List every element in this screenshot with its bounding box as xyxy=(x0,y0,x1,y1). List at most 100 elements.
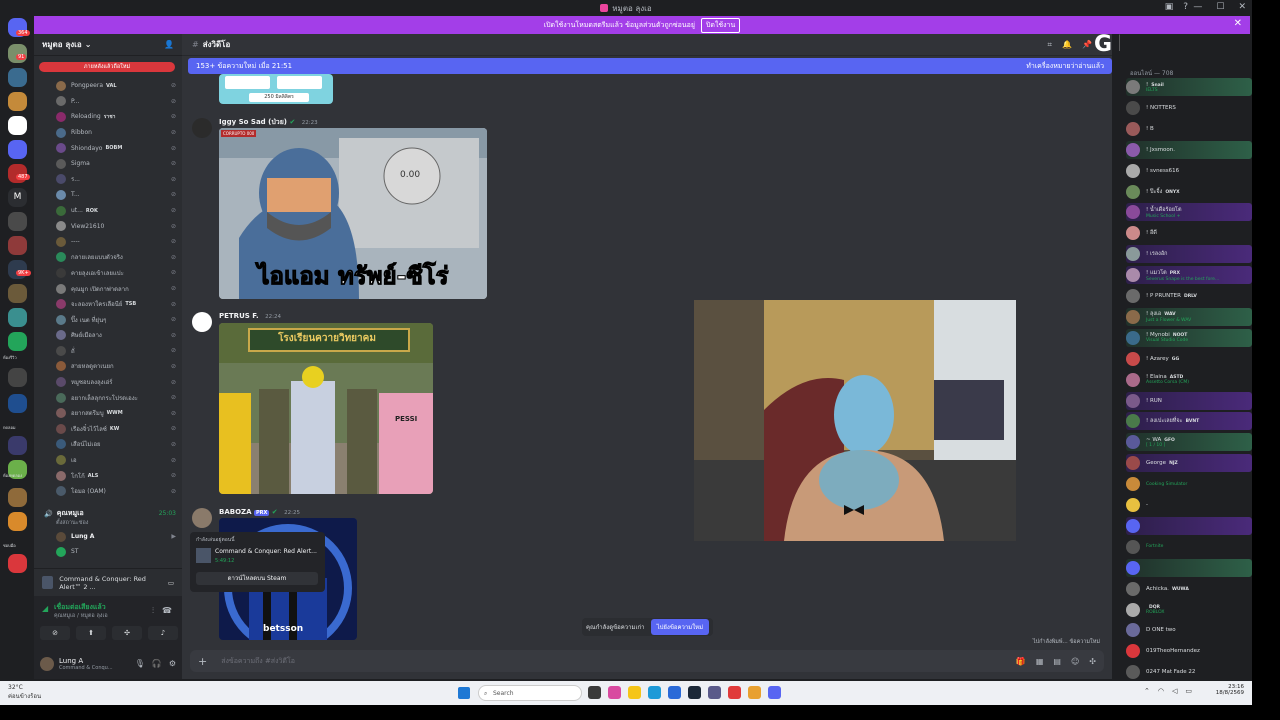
store-icon[interactable] xyxy=(668,686,681,699)
voice-member[interactable]: Pongpeera VAL ⊘ xyxy=(34,78,182,94)
member-item[interactable]: ! แมวโต PRX Severus Snape is the best fore… xyxy=(1126,266,1252,285)
member-item[interactable]: ! P PRUNTER DRLV xyxy=(1126,287,1252,305)
member-item[interactable]: - xyxy=(1126,496,1252,514)
weather-widget[interactable]: 32°C ค่อนข้างร้อน xyxy=(8,684,41,701)
share-screen-button[interactable]: ⬆ xyxy=(76,626,106,640)
server-header[interactable]: หมูตอ ลุงเอ ⌄ 👤 xyxy=(34,34,182,56)
steam-icon[interactable] xyxy=(688,686,701,699)
edge-icon[interactable] xyxy=(648,686,661,699)
voice-member[interactable]: ศิษย์เมือลาง ⊘ xyxy=(34,328,182,344)
voice-member[interactable]: อยากสตรีมบู WWM ⊘ xyxy=(34,405,182,421)
wifi-icon[interactable]: ◠ xyxy=(1158,687,1164,695)
voice-member[interactable]: ut... ROK ⊘ xyxy=(34,203,182,219)
emoji-icon[interactable]: ☺ xyxy=(1071,657,1079,666)
voice-member[interactable]: เสือน์ไม่เอย ⊘ xyxy=(34,437,182,453)
voice-channel[interactable]: 🔊 คุณหมูเอ 25:03 xyxy=(34,508,182,519)
volume-icon[interactable]: ◁ xyxy=(1172,687,1177,695)
member-item[interactable]: ! Jxsmoon. xyxy=(1126,140,1252,159)
avatar[interactable] xyxy=(192,508,212,528)
member-item[interactable]: Cooking Simulator xyxy=(1126,475,1252,493)
server-icon[interactable] xyxy=(8,92,27,111)
member-item[interactable]: ! svness616 xyxy=(1126,162,1252,180)
taskbar-search[interactable]: ⌕ Search xyxy=(478,685,582,701)
camera-off-button[interactable]: ⊘ xyxy=(40,626,70,640)
voice-member[interactable]: Sigma ⊘ xyxy=(34,156,182,172)
voice-member[interactable]: กลายเลยแบบตัวจริง ⊘ xyxy=(34,250,182,266)
member-item[interactable]: ! RUN xyxy=(1126,391,1252,410)
server-icon[interactable] xyxy=(8,332,27,351)
member-item[interactable]: ! น้ำเดือร้อยโต Music School + xyxy=(1126,203,1252,222)
chrome-icon[interactable] xyxy=(728,686,741,699)
member-item[interactable]: ! Azarey GG xyxy=(1126,350,1252,368)
message-image[interactable]: โรงเรียนควายวิทยาคม PESSI xyxy=(219,323,433,494)
disconnect-icon[interactable]: ☎ xyxy=(162,606,172,615)
pin-icon[interactable]: 📌 xyxy=(1082,40,1092,50)
member-item[interactable]: ! เรลงอัก xyxy=(1126,245,1252,264)
steam-download-button[interactable]: ดาวน์โหลดบน Steam xyxy=(196,572,318,585)
voice-member[interactable]: จะลองหาใครเลือนีย์ TSB ⊘ xyxy=(34,296,182,312)
member-item[interactable]: ! NOTTERS xyxy=(1126,99,1252,117)
member-item[interactable]: DQR ROBLOX xyxy=(1126,601,1252,619)
discord-taskbar-icon[interactable] xyxy=(768,686,781,699)
noise-suppression-icon[interactable]: ⫶ xyxy=(152,606,154,616)
app-icon[interactable] xyxy=(748,686,761,699)
screen-icon[interactable]: ▭ xyxy=(168,579,174,587)
server-icon[interactable] xyxy=(8,394,27,413)
headphones-icon[interactable]: 🎧 xyxy=(152,659,162,668)
maximize-button[interactable]: ☐ xyxy=(1216,2,1224,12)
member-item[interactable]: ! B xyxy=(1126,120,1252,138)
plus-icon[interactable]: + xyxy=(198,655,207,668)
voice-member[interactable]: คุณมูก เปิดกาพ่าดลาก ⊘ xyxy=(34,281,182,297)
microphone-icon[interactable]: 🎙 xyxy=(135,659,145,668)
gif-icon[interactable]: ▦ xyxy=(1036,657,1044,666)
gear-icon[interactable]: ⚙ xyxy=(169,659,176,668)
member-item[interactable]: ! อีดี xyxy=(1126,224,1252,242)
clock[interactable]: 23:16 18/8/2569 xyxy=(1216,684,1244,696)
server-icon[interactable] xyxy=(8,554,27,573)
voice-member[interactable]: Reloading ราชา ⊘ xyxy=(34,109,182,125)
server-icon[interactable] xyxy=(8,68,27,87)
voice-member[interactable]: Ribbon ⊘ xyxy=(34,125,182,141)
threads-icon[interactable]: ⌗ xyxy=(1048,40,1053,50)
photos-icon[interactable] xyxy=(608,686,621,699)
apps-icon[interactable]: ✣ xyxy=(1089,657,1096,666)
member-item[interactable]: D ONE two xyxy=(1126,621,1252,639)
gift-icon[interactable]: 🎁 xyxy=(1016,657,1026,666)
minimize-button[interactable]: — xyxy=(1193,2,1202,12)
member-item[interactable]: 019TheoHernandez xyxy=(1126,642,1252,660)
voice-member[interactable]: View21610 ⊘ xyxy=(34,218,182,234)
message-author[interactable]: Iggy So Sad (ป่วย) ✔ 22:23 xyxy=(219,117,318,128)
sticker-icon[interactable]: ▤ xyxy=(1053,657,1061,666)
app-icon[interactable] xyxy=(708,686,721,699)
activity-panel[interactable]: Command & Conquer: Red Alert™ 2 ... ▭ xyxy=(34,568,182,596)
new-unread-pill[interactable]: ภายหลังแล้วถือใหม่ xyxy=(39,62,175,72)
member-item[interactable] xyxy=(1126,558,1252,577)
server-icon[interactable] xyxy=(8,436,27,455)
voice-member[interactable]: ปิ๊ง เนต ที่ยุ่นๆ ⊘ xyxy=(34,312,182,328)
member-item[interactable]: George NJZ xyxy=(1126,454,1252,473)
disable-streamer-mode-button[interactable]: ปิดใช้งาน xyxy=(700,17,741,33)
member-item[interactable]: 0247 Mat Fade 22 xyxy=(1126,663,1252,679)
voice-member[interactable]: T... ⊘ xyxy=(34,187,182,203)
member-item[interactable]: ! ลุงเอ WAV Just a Flower & WAV xyxy=(1126,307,1252,326)
message-attachment[interactable]: 250 มิลลิลิตร xyxy=(219,74,333,104)
member-item[interactable]: ! Elaina ASTD Assetto Corsa (CM) xyxy=(1126,371,1252,389)
voice-member[interactable]: โอมอ (OAM) ⊘ xyxy=(34,483,182,499)
voice-member[interactable]: โกโก้ ALS ⊘ xyxy=(34,468,182,484)
close-window-button[interactable]: ✕ xyxy=(1238,2,1246,12)
voice-member[interactable]: คายลุงเอเข้าเลยแปะ ⊘ xyxy=(34,265,182,281)
avatar[interactable] xyxy=(192,312,212,332)
message-author[interactable]: BABOZA PRX ✔ 22:25 xyxy=(219,508,300,516)
add-member-icon[interactable]: 👤 xyxy=(164,40,174,49)
voice-member[interactable]: เอ ⊘ xyxy=(34,452,182,468)
member-item[interactable]: ! Mynobi NOOT Visual Studio Code xyxy=(1126,328,1252,347)
member-item[interactable] xyxy=(1126,516,1252,535)
voice-member[interactable]: เรืองจิ๋วไว้ไลซ์ KW ⊘ xyxy=(34,421,182,437)
server-icon[interactable]: M xyxy=(8,188,27,207)
bell-icon[interactable]: 🔔 xyxy=(1062,40,1072,50)
server-icon[interactable] xyxy=(8,368,27,387)
member-item[interactable]: Fortnite xyxy=(1126,538,1252,556)
voice-member[interactable]: Lung A ▶ xyxy=(34,529,182,544)
server-icon[interactable] xyxy=(8,488,27,507)
member-item[interactable]: ~ WA GFO[ 1 / 10 ] xyxy=(1126,433,1252,452)
